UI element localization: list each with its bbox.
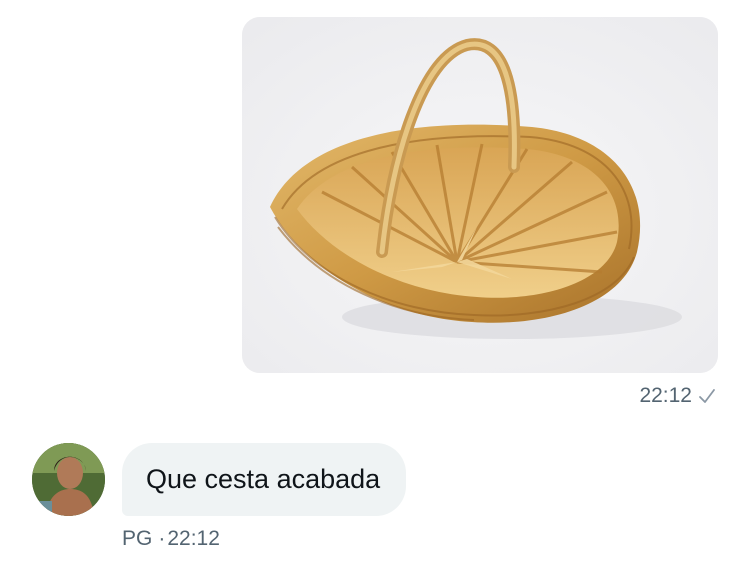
received-message-text: Que cesta acabada	[146, 464, 381, 494]
checkmark-icon	[698, 387, 716, 405]
avatar-photo	[32, 443, 105, 516]
sender-name: PG	[122, 527, 153, 550]
sent-message-meta: 22:12	[639, 383, 716, 409]
received-message-meta: PG · 22:12	[122, 527, 220, 551]
user-avatar[interactable]	[32, 443, 105, 516]
sent-time: 22:12	[639, 384, 692, 407]
sent-image-message[interactable]	[242, 17, 718, 373]
wicker-basket-photo	[242, 17, 718, 373]
received-message-bubble[interactable]: Que cesta acabada	[122, 443, 407, 516]
meta-separator: ·	[158, 527, 166, 550]
received-time: 22:12	[167, 527, 220, 550]
